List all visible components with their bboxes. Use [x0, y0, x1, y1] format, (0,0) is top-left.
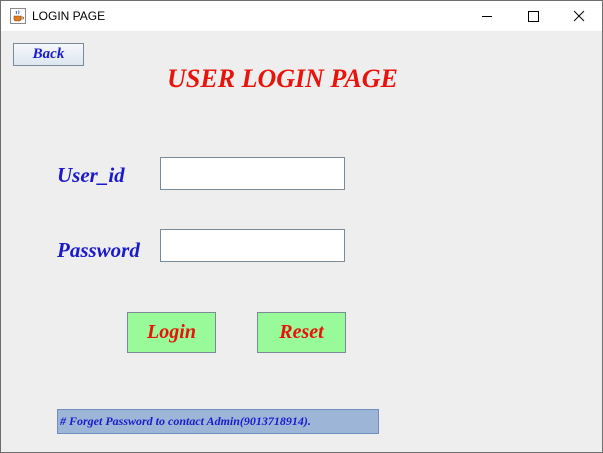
reset-button[interactable]: Reset	[257, 312, 346, 353]
back-button[interactable]: Back	[13, 43, 84, 66]
password-label: Password	[57, 238, 140, 262]
java-cup-icon	[10, 8, 26, 24]
user-id-label: User_id	[57, 163, 125, 187]
maximize-button[interactable]	[510, 1, 556, 31]
window-title: LOGIN PAGE	[32, 9, 106, 23]
page-title: USER LOGIN PAGE	[167, 64, 398, 93]
password-input[interactable]	[160, 229, 345, 262]
close-icon	[573, 10, 585, 22]
forgot-password-note: # Forget Password to contact Admin(90137…	[57, 409, 379, 434]
login-window: LOGIN PAGE Back USER LOGIN PAGE User_id …	[0, 0, 603, 453]
login-form-panel: Back USER LOGIN PAGE User_id Password Lo…	[1, 31, 602, 452]
title-bar[interactable]: LOGIN PAGE	[1, 1, 602, 31]
minimize-button[interactable]	[464, 1, 510, 31]
user-id-input[interactable]	[160, 157, 345, 190]
close-button[interactable]	[556, 1, 602, 31]
minimize-icon	[482, 16, 492, 17]
login-button[interactable]: Login	[127, 312, 216, 353]
maximize-icon	[528, 11, 539, 22]
